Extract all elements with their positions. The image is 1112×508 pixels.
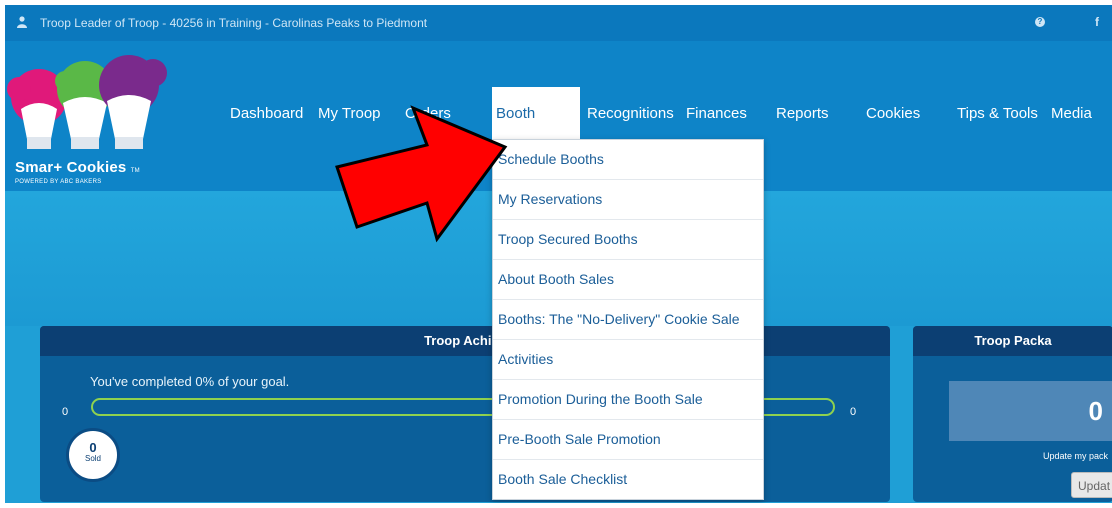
app-frame: Troop Leader of Troop - 40256 in Trainin… — [5, 5, 1112, 503]
menu-item-no-delivery-sale[interactable]: Booths: The "No-Delivery" Cookie Sale — [493, 300, 763, 340]
facebook-icon[interactable]: f — [1095, 15, 1099, 29]
goal-text: You've completed 0% of your goal. — [90, 374, 290, 389]
menu-item-promotion-during-sale[interactable]: Promotion During the Booth Sale — [493, 380, 763, 420]
update-packages-text: Update my pack — [1043, 451, 1109, 461]
role-text: Troop Leader of Troop - 40256 in Trainin… — [40, 16, 428, 30]
nav-recognitions[interactable]: Recognitions — [587, 105, 674, 122]
nav-reports[interactable]: Reports — [776, 105, 829, 122]
red-arrow-icon — [335, 105, 508, 243]
top-bar: Troop Leader of Troop - 40256 in Trainin… — [5, 5, 1112, 41]
user-icon — [17, 16, 27, 28]
menu-item-pre-booth-promotion[interactable]: Pre-Booth Sale Promotion — [493, 420, 763, 460]
nav-finances[interactable]: Finances — [686, 105, 747, 122]
menu-item-about-booth-sales[interactable]: About Booth Sales — [493, 260, 763, 300]
sold-count: 0 — [89, 440, 97, 455]
sold-label: Sold — [84, 454, 101, 463]
packages-title: Troop Packa — [913, 326, 1112, 356]
nav-media[interactable]: Media — [1051, 105, 1092, 122]
menu-item-booth-sale-checklist[interactable]: Booth Sale Checklist — [493, 460, 763, 499]
nav-dashboard[interactable]: Dashboard — [230, 105, 303, 122]
menu-item-my-reservations[interactable]: My Reservations — [493, 180, 763, 220]
help-icon[interactable]: ? — [1035, 17, 1045, 27]
progress-max: 0 — [850, 406, 857, 418]
progress-min: 0 — [62, 406, 69, 418]
booth-dropdown-menu: Schedule Booths My Reservations Troop Se… — [492, 139, 764, 500]
update-button[interactable]: Updat — [1071, 472, 1112, 498]
nav-tips-tools[interactable]: Tips & Tools — [957, 105, 1038, 122]
menu-item-troop-secured-booths[interactable]: Troop Secured Booths — [493, 220, 763, 260]
sold-bubble: 0 Sold — [66, 428, 120, 482]
packages-count: 0 — [949, 381, 1112, 441]
troop-packages-panel: Troop Packa 0 Update my pack Updat — [913, 326, 1112, 502]
menu-item-activities[interactable]: Activities — [493, 340, 763, 380]
nav-cookies[interactable]: Cookies — [866, 105, 920, 122]
menu-item-schedule-booths[interactable]: Schedule Booths — [493, 140, 763, 180]
